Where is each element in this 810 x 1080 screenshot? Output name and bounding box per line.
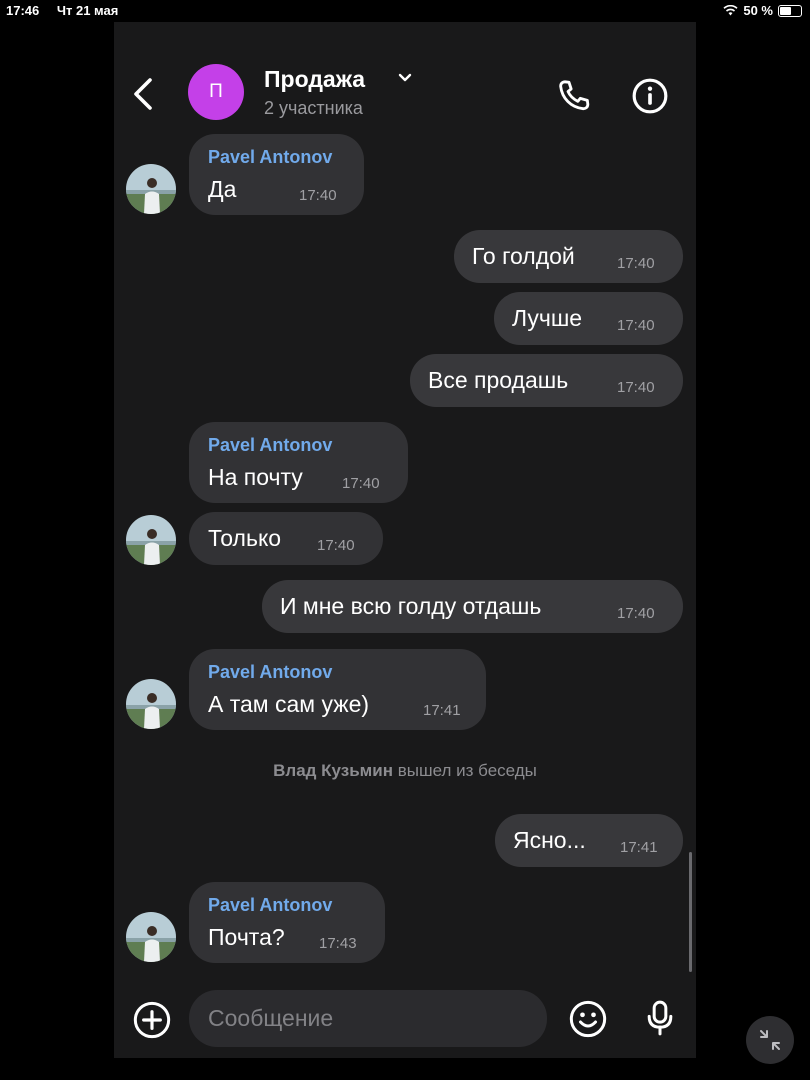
- scrollbar[interactable]: [689, 852, 692, 972]
- message-time: 17:43: [319, 935, 357, 952]
- microphone-icon[interactable]: [640, 998, 680, 1038]
- sender-name[interactable]: Pavel Antonov: [208, 435, 332, 456]
- message-time: 17:40: [317, 537, 355, 554]
- phone-icon[interactable]: [554, 76, 594, 116]
- system-message-text: вышел из беседы: [397, 761, 537, 780]
- message-bubble[interactable]: Ясно... 17:41: [495, 814, 683, 867]
- message-time: 17:40: [617, 379, 655, 396]
- status-date: Чт 21 мая: [56, 3, 119, 18]
- message-bubble[interactable]: И мне всю голду отдашь 17:40: [262, 580, 683, 633]
- plus-circle-icon[interactable]: [132, 1000, 172, 1040]
- chat-members-count: 2 участника: [264, 98, 363, 118]
- message-text: А там сам уже): [208, 691, 370, 717]
- chat-window: П Продажа 2 участника Pavel Antonov Да 1…: [114, 22, 696, 1058]
- message-text: Да: [208, 176, 237, 202]
- status-bar: 17:46 Чт 21 мая 50 %: [0, 0, 810, 22]
- sender-name[interactable]: Pavel Antonov: [208, 662, 332, 683]
- message-time: 17:41: [423, 702, 461, 719]
- sender-name[interactable]: Pavel Antonov: [208, 895, 332, 916]
- message-text: На почту: [208, 464, 303, 490]
- message-text: Ясно...: [513, 827, 586, 853]
- user-photo: [126, 912, 176, 962]
- chat-title[interactable]: Продажа: [264, 66, 365, 93]
- message-bubble[interactable]: Pavel Antonov На почту 17:40: [189, 422, 408, 503]
- wifi-icon: [723, 5, 738, 16]
- message-time: 17:41: [620, 839, 658, 856]
- status-time: 17:46: [6, 3, 40, 18]
- message-bubble[interactable]: Pavel Antonov Почта? 17:43: [189, 882, 385, 963]
- message-text: Почта?: [208, 924, 285, 950]
- collapse-arrows-icon: [760, 1030, 780, 1050]
- message-bubble[interactable]: Pavel Antonov Да 17:40: [189, 134, 364, 215]
- chevron-left-icon[interactable]: [128, 76, 158, 112]
- message-time: 17:40: [617, 605, 655, 622]
- message-text: Только: [208, 525, 282, 551]
- message-time: 17:40: [617, 317, 655, 334]
- message-bubble[interactable]: Только 17:40: [189, 512, 383, 565]
- user-photo: [126, 164, 176, 214]
- chat-header: П Продажа 2 участника: [114, 62, 696, 126]
- message-time: 17:40: [617, 255, 655, 272]
- user-photo: [126, 515, 176, 565]
- message-bubble[interactable]: Лучше 17:40: [494, 292, 683, 345]
- message-input[interactable]: [189, 990, 547, 1047]
- system-message: Влад Кузьмин вышел из беседы: [114, 761, 696, 781]
- user-photo: [126, 679, 176, 729]
- collapse-button[interactable]: [746, 1016, 794, 1064]
- message-text: Все продашь: [428, 367, 569, 393]
- sender-name[interactable]: Pavel Antonov: [208, 147, 332, 168]
- chat-avatar[interactable]: П: [188, 64, 244, 120]
- avatar[interactable]: [126, 164, 176, 214]
- message-text: И мне всю голду отдашь: [280, 593, 542, 619]
- message-bubble[interactable]: Все продашь 17:40: [410, 354, 683, 407]
- avatar[interactable]: [126, 679, 176, 729]
- system-message-name[interactable]: Влад Кузьмин: [273, 761, 393, 780]
- message-time: 17:40: [299, 187, 337, 204]
- chat-avatar-letter: П: [209, 81, 223, 102]
- message-time: 17:40: [342, 475, 380, 492]
- avatar[interactable]: [126, 912, 176, 962]
- smile-icon[interactable]: [568, 999, 608, 1039]
- battery-percent: 50 %: [743, 3, 773, 18]
- message-bubble[interactable]: Го голдой 17:40: [454, 230, 683, 283]
- message-bubble[interactable]: Pavel Antonov А там сам уже) 17:41: [189, 649, 486, 730]
- message-text: Го голдой: [472, 243, 575, 269]
- message-text: Лучше: [512, 305, 583, 331]
- info-icon[interactable]: [630, 76, 670, 116]
- battery-icon: [778, 4, 802, 17]
- message-composer: [114, 988, 696, 1050]
- chevron-down-icon[interactable]: [397, 72, 413, 84]
- avatar[interactable]: [126, 515, 176, 565]
